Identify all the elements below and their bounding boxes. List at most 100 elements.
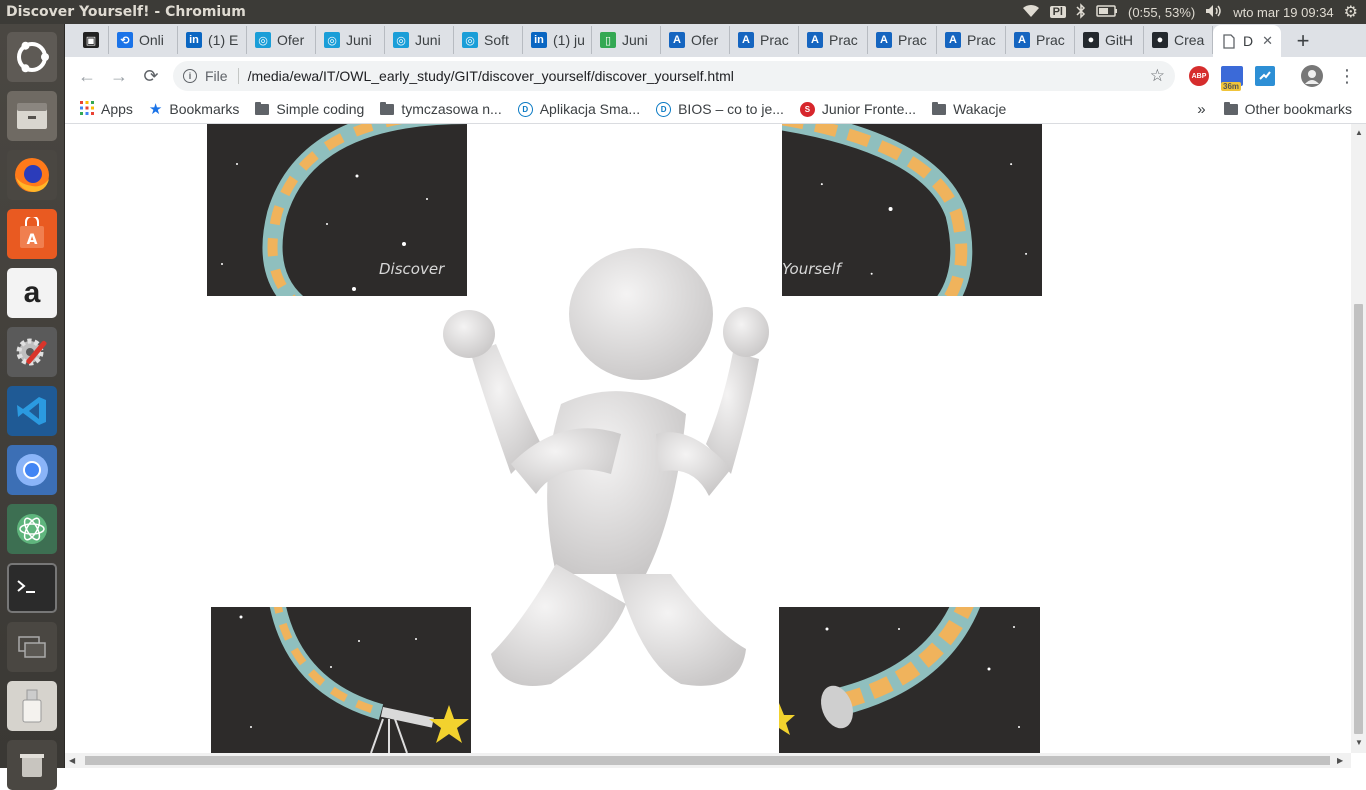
bookmark-item[interactable]: Simple coding — [255, 101, 364, 117]
tab[interactable]: in (1) ju — [523, 26, 592, 54]
tab-label: Prac — [760, 32, 789, 48]
folder-icon — [1223, 101, 1238, 115]
phone-icon: ▯ — [600, 32, 616, 48]
scroll-down-arrow-icon[interactable]: ▼ — [1355, 738, 1363, 747]
adblock-extension-icon[interactable]: ABP — [1189, 66, 1209, 86]
timer-extension-icon[interactable]: 36m — [1221, 66, 1243, 91]
bookmark-item[interactable]: Wakacje — [932, 101, 1006, 117]
bookmark-label: Aplikacja Sma... — [539, 101, 641, 117]
atom-icon[interactable] — [7, 504, 57, 554]
bookmark-item[interactable]: D BIOS – co to je... — [656, 101, 784, 117]
tab[interactable]: A Prac — [1006, 26, 1075, 54]
folder-icon — [380, 101, 395, 115]
tab[interactable]: in (1) E — [178, 26, 247, 54]
tab[interactable]: ● GitH — [1075, 26, 1144, 54]
chromium-icon[interactable] — [7, 445, 57, 495]
tab[interactable]: ◎ Soft — [454, 26, 523, 54]
tab[interactable]: A Prac — [937, 26, 1006, 54]
celebrating-figure-image — [441, 244, 771, 694]
bookmarks-overflow-button[interactable]: » — [1197, 101, 1205, 118]
workspace-switcher-icon[interactable] — [7, 622, 57, 672]
firefox-icon[interactable] — [7, 150, 57, 200]
scroll-left-arrow-icon[interactable]: ◀ — [69, 756, 75, 765]
tab-label: Soft — [484, 32, 509, 48]
dell-icon: D — [656, 101, 672, 117]
bookmark-item[interactable]: D Aplikacja Sma... — [517, 101, 641, 117]
tab[interactable]: ▯ Juni — [592, 26, 661, 54]
bookmarks-bar: Apps ★ Bookmarks Simple coding tymczasowa n… — [65, 95, 1366, 124]
scroll-right-arrow-icon[interactable]: ▶ — [1337, 756, 1343, 765]
bookmark-label: tymczasowa n... — [401, 101, 502, 117]
url-text[interactable]: /media/ewa/IT/OWL_early_study/GIT/discov… — [248, 68, 734, 84]
vertical-scrollbar[interactable]: ▲ ▼ — [1351, 124, 1366, 753]
reload-button[interactable]: ⟳ — [135, 60, 167, 92]
discover-caption: Discover — [379, 260, 445, 278]
tab-label: (1) E — [208, 32, 239, 48]
tab-pinned[interactable]: ▣ — [75, 26, 109, 54]
usb-drive-icon[interactable] — [7, 681, 57, 731]
address-bar[interactable]: i File /media/ewa/IT/OWL_early_study/GIT… — [173, 61, 1175, 91]
bookmark-label: Simple coding — [276, 101, 365, 117]
tab[interactable]: A Ofer — [661, 26, 730, 54]
wifi-icon[interactable] — [1022, 4, 1040, 21]
launcher: A a — [0, 24, 65, 790]
top-panel: Discover Yourself! - Chromium Pl (0:55, … — [0, 0, 1366, 24]
folder-icon — [932, 101, 947, 115]
ubuntu-dash-icon[interactable] — [7, 32, 57, 82]
horizontal-scrollbar[interactable]: ◀ ▶ — [65, 753, 1351, 768]
sync-icon: ⟲ — [117, 32, 133, 48]
profile-avatar[interactable] — [1301, 65, 1323, 87]
bookmark-star-icon[interactable]: ☆ — [1150, 66, 1165, 86]
bookmark-item[interactable]: tymczasowa n... — [380, 101, 502, 117]
new-tab-button[interactable]: + — [1289, 27, 1317, 55]
files-icon[interactable] — [7, 91, 57, 141]
tab[interactable]: A Prac — [730, 26, 799, 54]
apps-shortcut[interactable]: Apps — [80, 100, 133, 118]
close-tab-icon[interactable]: ✕ — [1262, 33, 1273, 49]
keyboard-layout-indicator[interactable]: Pl — [1049, 6, 1066, 18]
tab-label: Prac — [1036, 32, 1065, 48]
a-letter-icon: A — [876, 32, 892, 48]
target-icon: ◎ — [324, 32, 340, 48]
tab[interactable]: ◎ Ofer — [247, 26, 316, 54]
tab[interactable]: A Prac — [799, 26, 868, 54]
bookmark-item[interactable]: S Junior Fronte... — [799, 101, 916, 117]
settings-gear-icon[interactable]: ⚙ — [1344, 2, 1358, 22]
tab-active[interactable]: D ✕ — [1213, 25, 1281, 57]
vscode-icon[interactable] — [7, 386, 57, 436]
trash-icon[interactable] — [7, 740, 57, 790]
tab[interactable]: ◎ Juni — [316, 26, 385, 54]
tab-label: Prac — [829, 32, 858, 48]
bluetooth-icon[interactable] — [1076, 2, 1086, 22]
horizontal-scroll-thumb[interactable] — [85, 756, 1330, 765]
back-button[interactable]: ← — [71, 60, 103, 92]
menu-icon[interactable]: ⋮ — [1331, 60, 1363, 92]
tab-label: Crea — [1174, 32, 1205, 48]
vertical-scroll-thumb[interactable] — [1354, 304, 1363, 734]
battery-icon[interactable] — [1096, 4, 1118, 20]
tab[interactable]: ⟲ Onli — [109, 26, 178, 54]
scroll-up-arrow-icon[interactable]: ▲ — [1355, 128, 1363, 137]
software-center-icon[interactable]: A — [7, 209, 57, 259]
yourself-caption: Yourself — [782, 260, 841, 278]
tab[interactable]: ● Crea — [1144, 26, 1213, 54]
info-icon[interactable]: i — [183, 69, 197, 83]
system-settings-icon[interactable] — [7, 327, 57, 377]
target-icon: ◎ — [255, 32, 271, 48]
a-letter-icon: A — [945, 32, 961, 48]
tab[interactable]: ◎ Juni — [385, 26, 454, 54]
dell-icon: D — [517, 101, 533, 117]
tab-label: GitH — [1105, 32, 1133, 48]
other-bookmarks-folder[interactable]: Other bookmarks — [1223, 101, 1352, 117]
amazon-icon[interactable]: a — [7, 268, 57, 318]
forward-button[interactable]: → — [103, 60, 135, 92]
discover-image: Discover — [207, 124, 467, 296]
volume-icon[interactable] — [1205, 4, 1223, 21]
tab-label: Prac — [898, 32, 927, 48]
clock[interactable]: wto mar 19 09:34 — [1233, 5, 1333, 20]
svg-text:A: A — [27, 232, 38, 248]
screen-capture-extension-icon[interactable] — [1255, 66, 1275, 86]
tab[interactable]: A Prac — [868, 26, 937, 54]
bookmark-item[interactable]: ★ Bookmarks — [149, 100, 239, 118]
terminal-icon[interactable] — [7, 563, 57, 613]
